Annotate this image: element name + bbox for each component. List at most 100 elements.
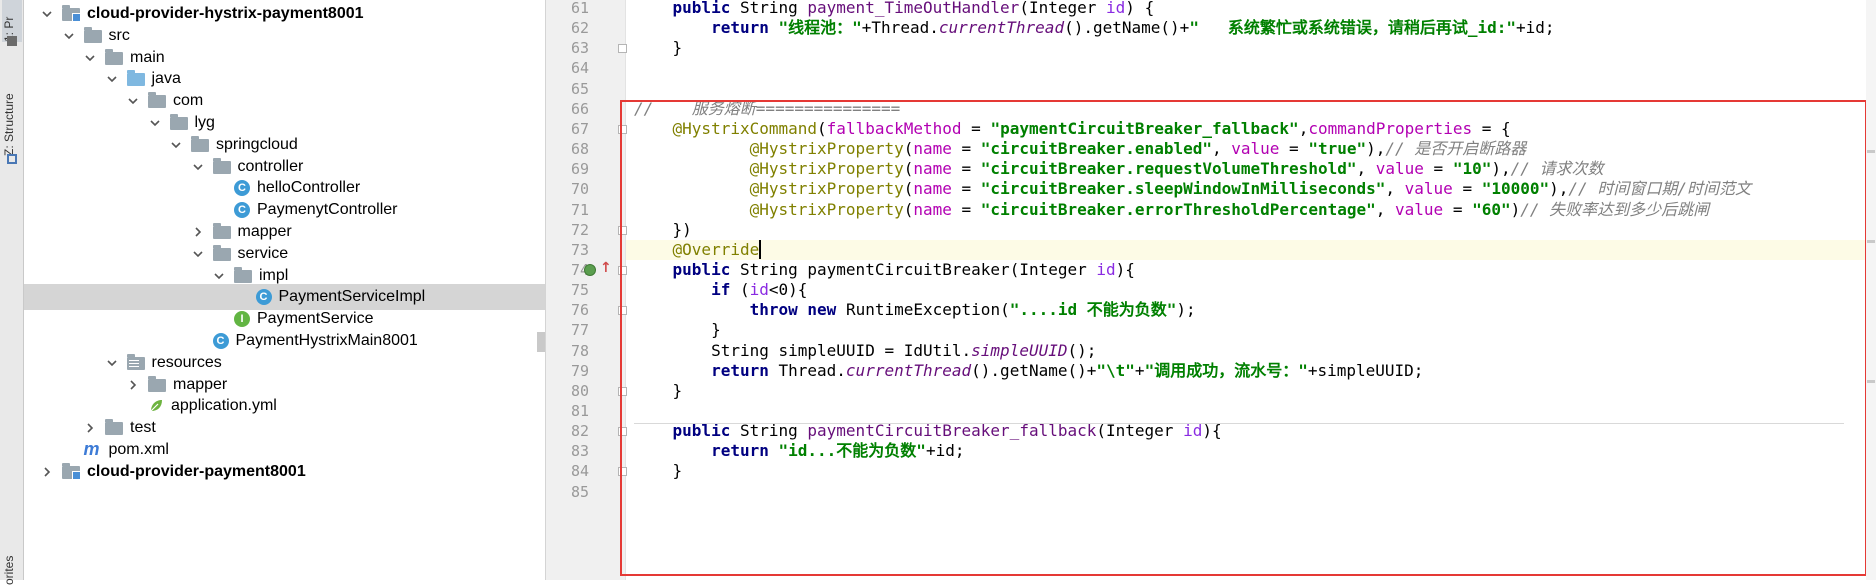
code-editor[interactable]: public String payment_TimeOutHandler(Int… — [626, 0, 1876, 580]
code-token: // 是否开启断路器 — [1385, 139, 1527, 159]
code-line[interactable]: @HystrixProperty(name = "circuitBreaker.… — [626, 139, 1876, 159]
chevron-down-icon[interactable] — [40, 7, 54, 21]
code-token: ( — [730, 280, 750, 300]
code-line[interactable] — [626, 401, 1876, 421]
chevron-down-icon[interactable] — [62, 29, 76, 43]
code-token: // 失败率达到多少后跳闸 — [1520, 199, 1710, 219]
chevron-down-icon[interactable] — [83, 51, 97, 65]
code-token: "线程池：" — [778, 18, 862, 38]
code-line[interactable]: public String paymentCircuitBreaker_fall… — [626, 421, 1876, 441]
code-line[interactable] — [626, 79, 1876, 99]
implements-method-icon[interactable] — [584, 263, 596, 276]
class-icon: C — [255, 289, 272, 306]
chevron-right-icon[interactable] — [191, 225, 205, 239]
favorites-tool-tab[interactable]: orites — [2, 545, 22, 585]
chevron-down-icon[interactable] — [212, 269, 226, 283]
code-token: name — [913, 159, 952, 179]
code-token: <0){ — [768, 280, 808, 300]
code-line[interactable]: } — [626, 381, 1876, 401]
code-line[interactable]: return Thread.currentThread().getName()+… — [626, 361, 1876, 381]
code-line[interactable] — [626, 58, 1876, 78]
structure-tool-icon[interactable] — [7, 154, 17, 164]
code-token: @HystrixProperty — [749, 159, 904, 179]
project-tool-icon[interactable] — [7, 36, 17, 46]
code-token: ), — [1549, 179, 1569, 199]
code-token: ().getName()+ — [971, 360, 1097, 380]
code-token: "circuitBreaker.errorThresholdPercentage… — [980, 199, 1376, 219]
code-token: = — [1279, 139, 1309, 159]
package-icon — [234, 266, 252, 283]
chevron-down-icon[interactable] — [105, 72, 119, 86]
code-token: value — [1231, 139, 1280, 159]
code-token: @HystrixProperty — [749, 199, 904, 219]
package-icon — [169, 114, 188, 130]
code-line[interactable]: } — [626, 38, 1876, 58]
class-icon: C — [234, 202, 250, 219]
code-token: return — [711, 18, 769, 38]
code-token: name — [913, 139, 952, 159]
code-line[interactable]: String simpleUUID = IdUtil.simpleUUID(); — [626, 341, 1876, 361]
editor-scrollbar[interactable] — [1866, 0, 1876, 580]
code-token: "10" — [1452, 159, 1492, 179]
code-token: "10000" — [1481, 179, 1550, 199]
source-folder-icon — [126, 70, 145, 87]
code-token: = — [951, 199, 981, 219]
code-token: Thread. — [768, 360, 846, 380]
chevron-right-icon[interactable] — [126, 378, 140, 392]
code-line[interactable]: return "id...不能为负数"+id; — [626, 441, 1876, 461]
structure-tool-tab[interactable]: Z: Structure — [2, 72, 22, 156]
code-line[interactable]: @HystrixProperty(name = "circuitBreaker.… — [626, 159, 1876, 179]
editor-gutter: 61 62 63 64 65 66 67 68 69 70 71 72 73 74 75 76 77 78 79 80… — [546, 0, 627, 580]
code-token: currentThread — [938, 18, 1065, 38]
code-token: simpleUUID — [971, 340, 1068, 360]
line-number: 70 — [570, 180, 589, 199]
tree-item-label: controller — [237, 157, 304, 175]
code-token: id — [1096, 259, 1116, 279]
code-line[interactable]: @HystrixProperty(name = "circuitBreaker.… — [626, 200, 1876, 220]
chevron-right-icon[interactable] — [83, 421, 97, 435]
code-token: ) — [1510, 199, 1521, 219]
code-line[interactable]: return "线程池："+Thread.currentThread().get… — [626, 18, 1876, 38]
code-token: } — [634, 38, 683, 58]
code-line[interactable]: @Override — [626, 239, 1876, 260]
code-line[interactable]: // 服务熔断=============== — [626, 99, 1876, 119]
code-line[interactable]: throw new RuntimeException("....id 不能为负数… — [626, 300, 1876, 320]
code-line[interactable]: public String paymentCircuitBreaker(Inte… — [626, 260, 1876, 280]
chevron-down-icon[interactable] — [191, 247, 205, 261]
code-line[interactable]: if (id<0){ — [626, 280, 1876, 300]
code-token: ( — [903, 199, 914, 219]
line-number: 76 — [570, 301, 589, 320]
code-token: "paymentCircuitBreaker_fallback" — [990, 118, 1299, 138]
code-line[interactable]: } — [626, 320, 1876, 340]
chevron-down-icon[interactable] — [105, 356, 119, 370]
code-line[interactable]: }) — [626, 220, 1876, 240]
code-line[interactable] — [626, 482, 1876, 502]
scroll-marker — [1867, 380, 1875, 383]
tree-item[interactable]: cloud-provider-payment8001 — [24, 459, 545, 485]
code-token: ( — [1019, 0, 1029, 17]
code-token: "60" — [1472, 199, 1511, 219]
tree-item-label: mapper — [237, 223, 292, 240]
code-token: // 请求次数 — [1510, 159, 1604, 179]
code-token: = — [1443, 199, 1473, 219]
chevron-right-icon[interactable] — [40, 465, 54, 479]
code-token: ().getName()+ — [1064, 18, 1190, 38]
code-line[interactable]: public String payment_TimeOutHandler(Int… — [626, 0, 1876, 18]
chevron-down-icon[interactable] — [126, 94, 140, 108]
chevron-down-icon[interactable] — [169, 138, 183, 152]
scroll-marker — [1867, 240, 1875, 243]
code-line[interactable]: @HystrixProperty(name = "circuitBreaker.… — [626, 179, 1876, 199]
tree-item-label: PaymenytController — [257, 201, 398, 219]
chevron-down-icon[interactable] — [148, 116, 162, 130]
method-separator — [634, 423, 1844, 425]
go-to-interface-icon[interactable]: ↑ — [600, 260, 612, 276]
code-line[interactable]: } — [626, 461, 1876, 481]
chevron-down-icon[interactable] — [191, 160, 205, 174]
code-line[interactable]: @HystrixCommand(fallbackMethod = "paymen… — [626, 119, 1876, 139]
code-token: value — [1404, 179, 1453, 199]
